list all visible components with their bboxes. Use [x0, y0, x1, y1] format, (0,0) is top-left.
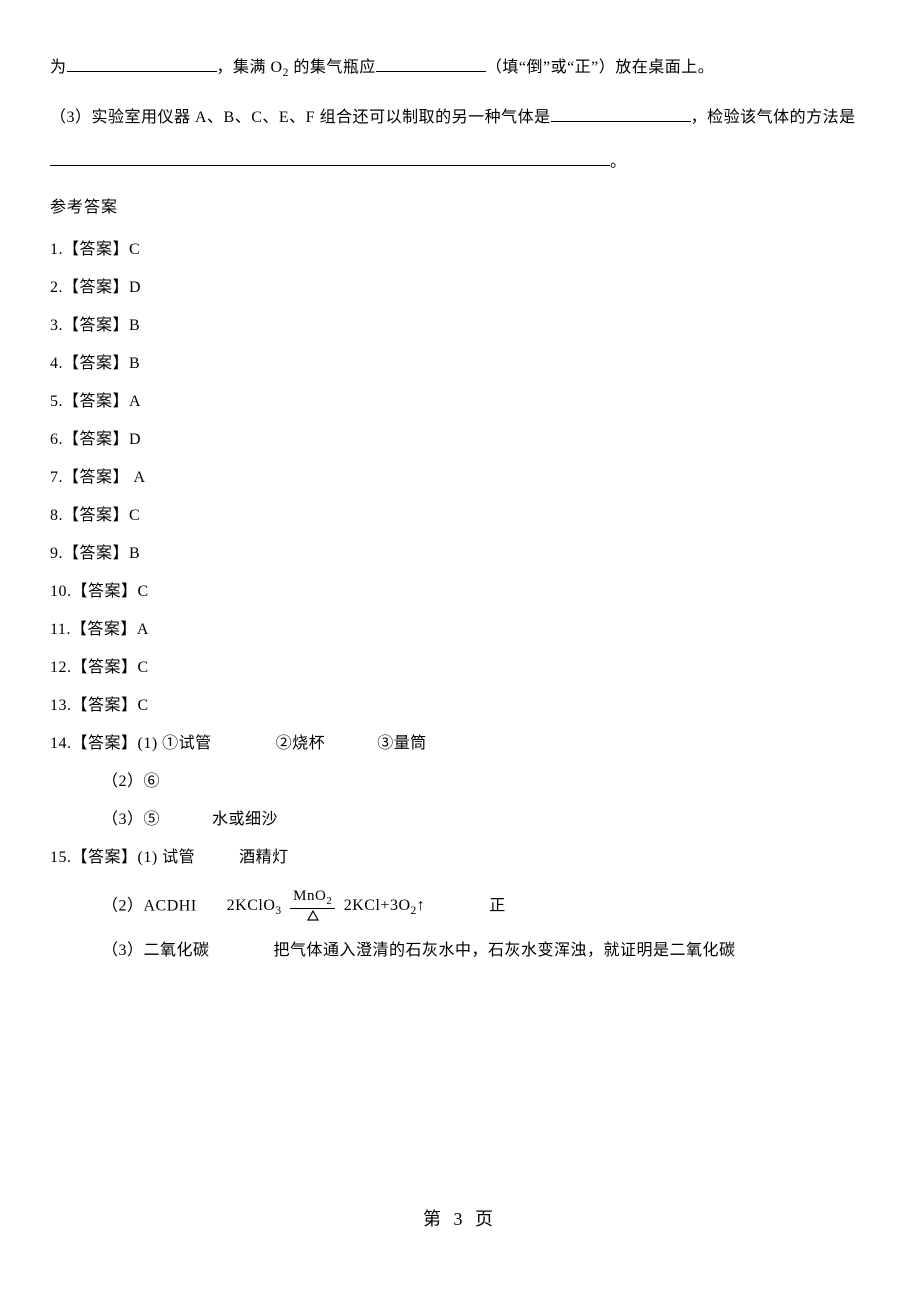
text: 的集气瓶应 [289, 59, 376, 76]
text: 15.【答案】(1) 试管 [50, 849, 195, 866]
blank-field [50, 152, 610, 166]
text: 把气体通入澄清的石灰水中，石灰水变浑浊，就证明是二氧化碳 [274, 942, 736, 959]
text: 酒精灯 [239, 849, 289, 866]
triangle-icon [307, 909, 319, 925]
question-fragment-line-2: （3）实验室用仪器 A、B、C、E、F 组合还可以制取的另一种气体是 ，检验该气体… [50, 106, 870, 126]
blank-field [67, 56, 217, 72]
text: 水或细沙 [212, 811, 278, 828]
question-fragment-line-3: 。 [50, 152, 870, 170]
equation-right: 2KCl+3O2↑ [344, 897, 426, 914]
text: （填“倒”或“正”）放在桌面上。 [486, 59, 714, 76]
text: 。 [610, 153, 627, 170]
answer-item: 4.【答案】B [50, 356, 870, 372]
answer-15-line-1: 15.【答案】(1) 试管 酒精灯 [50, 850, 870, 866]
text: ③量筒 [377, 735, 427, 752]
answer-item: 6.【答案】D [50, 432, 870, 448]
answers-heading: 参考答案 [50, 200, 870, 216]
answer-item: 7.【答案】 A [50, 470, 870, 486]
text: （3）实验室用仪器 A、B、C、E、F 组合还可以制取的另一种气体是 [50, 109, 551, 126]
text: （3）二氧化碳 [102, 942, 210, 959]
answer-15-line-3: （3）二氧化碳 把气体通入澄清的石灰水中，石灰水变浑浊，就证明是二氧化碳 [50, 943, 870, 959]
page-number: 第 3 页 [0, 1210, 920, 1228]
text: 14.【答案】(1) ①试管 [50, 735, 212, 752]
answer-item: 1.【答案】C [50, 242, 870, 258]
answer-item: 3.【答案】B [50, 318, 870, 334]
answer-item: 9.【答案】B [50, 546, 870, 562]
blank-field [376, 56, 486, 72]
reaction-condition: MnO2 [290, 888, 335, 925]
answer-item: 5.【答案】A [50, 394, 870, 410]
question-fragment-line-1: 为，集满 O2 的集气瓶应（填“倒”或“正”）放在桌面上。 [50, 56, 870, 80]
text: 为 [50, 59, 67, 76]
text: （3）⑤ [102, 811, 160, 828]
text: ，检验该气体的方法是 [691, 109, 856, 126]
equation-left: 2KClO3 [227, 897, 282, 914]
text: ，集满 O [217, 59, 283, 76]
answer-item: 12.【答案】C [50, 660, 870, 676]
answer-item: 13.【答案】C [50, 698, 870, 714]
text: ②烧杯 [276, 735, 326, 752]
answer-item: 8.【答案】C [50, 508, 870, 524]
answer-14-line-2: （2）⑥ [50, 774, 870, 790]
answer-14-line-1: 14.【答案】(1) ①试管 ②烧杯 ③量筒 [50, 736, 870, 752]
answer-item: 2.【答案】D [50, 280, 870, 296]
blank-field [551, 106, 691, 122]
answer-15-line-2: （2）ACDHI 2KClO3 MnO2 2KCl+3O2↑ 正 [50, 888, 870, 925]
answer-14-line-3: （3）⑤ 水或细沙 [50, 812, 870, 828]
answer-item: 10.【答案】C [50, 584, 870, 600]
text: 正 [489, 897, 506, 914]
text: （2）ACDHI [102, 897, 197, 914]
answer-item: 11.【答案】A [50, 622, 870, 638]
